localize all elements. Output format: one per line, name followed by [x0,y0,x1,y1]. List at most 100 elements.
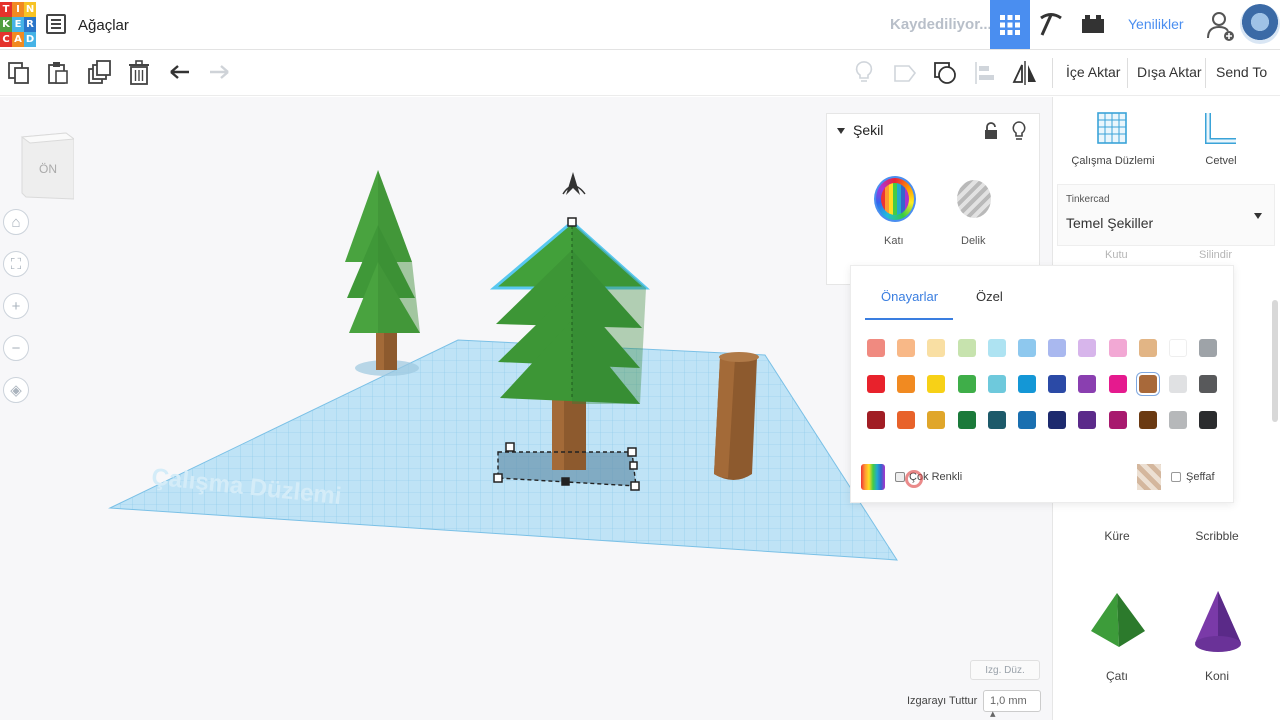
user-avatar[interactable] [1240,4,1280,44]
lightbulb-icon[interactable] [851,60,877,86]
color-swatch[interactable] [1018,339,1036,357]
color-swatch[interactable] [1048,411,1067,429]
color-swatch[interactable] [1138,411,1157,429]
transparent-checkbox[interactable] [1171,472,1181,482]
color-swatch[interactable] [1048,339,1067,357]
color-swatch[interactable] [1108,339,1127,357]
tab-custom[interactable]: Özel [976,289,1003,304]
color-swatch[interactable] [897,411,916,429]
right-panel-scrollbar[interactable] [1272,300,1278,422]
whats-new-link[interactable]: Yenilikler [1128,16,1184,32]
add-user-icon[interactable] [1206,10,1236,42]
bricks-icon[interactable] [1078,9,1108,39]
group-icon[interactable] [892,60,918,86]
tab-presets[interactable]: Önayarlar [881,289,938,304]
transparent-label: Şeffaf [1186,471,1215,483]
fit-view-button[interactable]: ⛶ [3,251,29,277]
copy-icon[interactable] [6,60,32,86]
save-status: Kaydediliyor... [890,16,992,33]
shape-library-select[interactable]: Tinkercad Temel Şekiller [1057,184,1275,246]
color-swatch[interactable] [957,339,976,357]
color-swatch[interactable] [867,339,885,357]
mirror-icon[interactable] [1012,60,1038,86]
color-swatch[interactable] [1169,411,1187,429]
tinkercad-logo[interactable]: TINKERCAD [0,2,36,47]
color-swatch[interactable] [1199,375,1218,393]
ruler-icon[interactable] [1204,111,1238,145]
logo-letter: D [24,32,36,47]
color-swatch[interactable] [1199,411,1218,429]
solid-color-button[interactable] [874,176,916,222]
color-swatch[interactable] [927,339,946,357]
duplicate-icon[interactable] [86,60,112,86]
color-swatch[interactable] [1018,375,1036,393]
zoom-in-button[interactable]: + [3,293,29,319]
align-icon[interactable] [972,60,998,86]
active-tab-indicator [865,318,953,320]
send-to-button[interactable]: Send To [1216,64,1267,80]
solid-label: Katı [884,235,904,247]
import-button[interactable]: İçe Aktar [1066,64,1120,80]
trash-icon[interactable] [126,60,152,86]
color-swatch[interactable] [987,375,1006,393]
color-swatch[interactable] [927,411,946,429]
color-swatch[interactable] [1169,375,1187,393]
logo-letter: K [0,17,12,32]
color-swatch[interactable] [927,375,946,393]
color-swatch[interactable] [1018,411,1036,429]
lock-icon[interactable] [983,122,999,140]
perspective-button[interactable]: ◈ [3,377,29,403]
shape-cylinder-label: Silindir [1199,249,1233,261]
shape-cone-tile[interactable] [1191,589,1245,655]
color-swatch[interactable] [1108,375,1127,393]
edit-grid-button[interactable]: Izg. Düz. [970,660,1040,680]
ungroup-icon[interactable] [932,60,958,86]
design-list-icon[interactable] [46,14,66,34]
left-tree[interactable] [345,170,420,376]
top-bar: TINKERCAD Ağaçlar Kaydediliyor... Yenili… [0,0,1280,50]
multicolor-swatch[interactable] [861,464,885,490]
color-swatch[interactable] [897,375,916,393]
export-button[interactable]: Dışa Aktar [1137,64,1202,80]
color-swatch[interactable] [897,339,916,357]
shape-box-label: Kutu [1105,249,1128,261]
color-swatch[interactable] [987,339,1006,357]
color-swatch[interactable] [867,411,885,429]
color-swatch[interactable] [867,375,885,393]
color-swatch[interactable] [1078,339,1097,357]
logo-letter: I [12,2,24,17]
paste-icon[interactable] [45,60,71,86]
design-title[interactable]: Ağaçlar [78,17,129,34]
color-swatch[interactable] [957,411,976,429]
multicolor-checkbox[interactable] [895,472,905,482]
pickaxe-icon[interactable] [1036,9,1066,39]
snap-grid-select[interactable]: 1,0 mm ▴ [983,690,1041,720]
log-cylinder[interactable] [714,352,759,480]
color-swatch[interactable] [1108,411,1127,429]
collapse-caret-icon[interactable] [837,128,845,134]
redo-icon[interactable] [206,60,232,86]
lightbulb-icon[interactable] [1011,121,1027,141]
hole-button[interactable] [957,180,991,218]
minus-icon: − [11,339,21,357]
undo-icon[interactable] [167,60,193,86]
color-swatch[interactable] [1169,339,1187,357]
color-swatch[interactable] [957,375,976,393]
color-swatch[interactable] [987,411,1006,429]
color-swatch[interactable] [1078,375,1097,393]
color-swatch[interactable] [1199,339,1218,357]
3d-design-view-button[interactable] [990,0,1030,49]
home-view-button[interactable]: ⌂ [3,209,29,235]
view-cube[interactable]: ÖN [20,131,74,201]
color-swatch[interactable] [1138,375,1157,393]
zoom-out-button[interactable]: − [3,335,29,361]
logo-letter: E [12,17,24,32]
transparent-swatch[interactable] [1137,464,1161,490]
color-swatch[interactable] [1078,411,1097,429]
color-swatch[interactable] [1048,375,1067,393]
inspector-title: Şekil [853,122,884,138]
workplane-icon[interactable] [1096,111,1130,145]
shape-roof-tile[interactable] [1087,591,1147,651]
color-swatch[interactable] [1138,339,1157,357]
plus-icon: + [11,297,21,315]
